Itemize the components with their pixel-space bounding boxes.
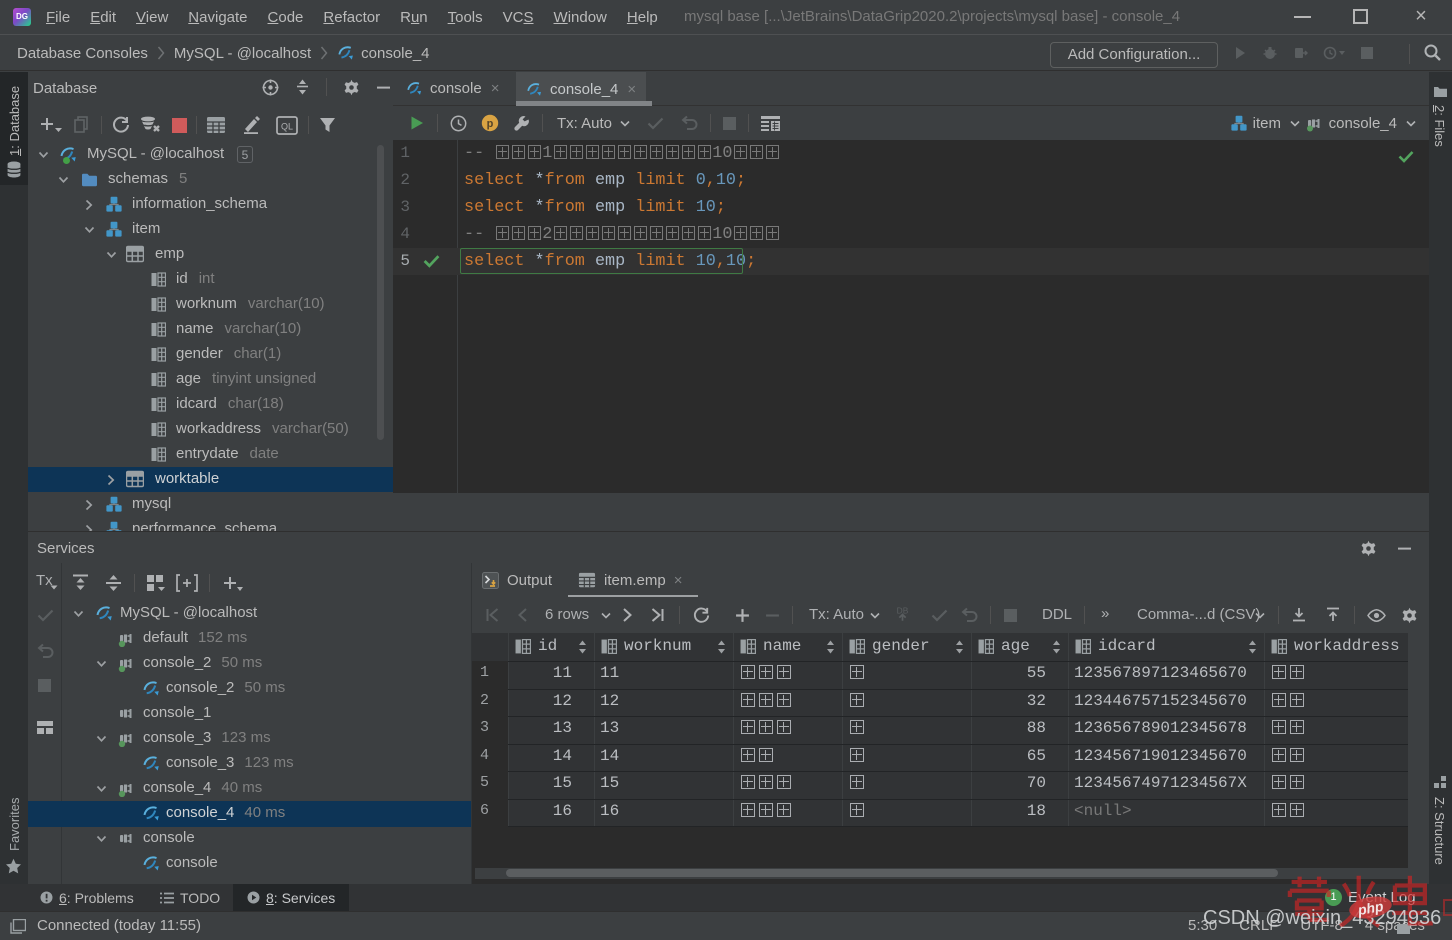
- svg-text:p: p: [487, 118, 494, 130]
- svg-text:QL: QL: [281, 121, 293, 131]
